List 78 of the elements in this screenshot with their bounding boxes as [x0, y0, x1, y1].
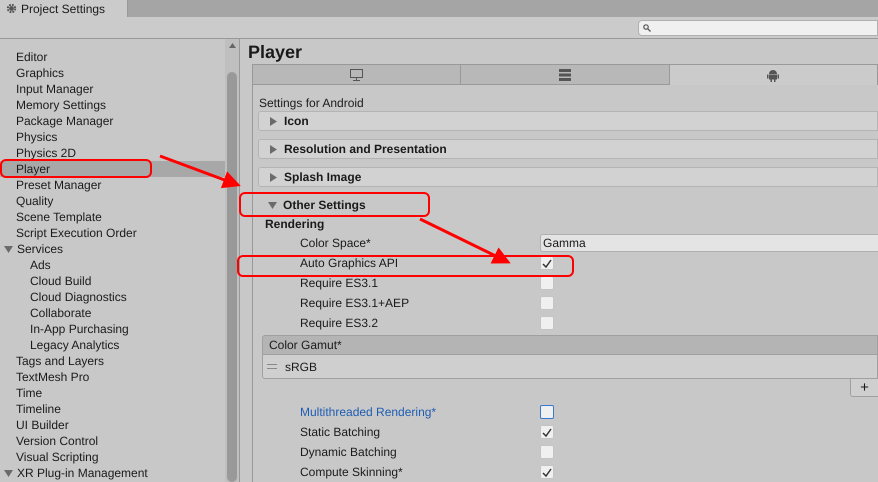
- scrollbar[interactable]: [225, 39, 239, 482]
- sidebar-item[interactable]: Visual Scripting: [0, 449, 225, 465]
- sidebar-item[interactable]: Memory Settings: [0, 97, 225, 113]
- sidebar-item[interactable]: Package Manager: [0, 113, 225, 129]
- list-item[interactable]: sRGB: [262, 355, 878, 379]
- setting-label: Require ES3.2: [300, 315, 378, 332]
- sidebar-item[interactable]: In-App Purchasing: [0, 321, 225, 337]
- sidebar-item[interactable]: Time: [0, 385, 225, 401]
- checkmark-icon: [542, 468, 552, 476]
- setting-label: Compute Skinning*: [300, 464, 403, 481]
- scrollbar-thumb[interactable]: [227, 72, 237, 482]
- checkbox[interactable]: [540, 465, 554, 479]
- gear-icon: [6, 3, 17, 14]
- collapsed-triangle-icon[interactable]: [269, 116, 278, 126]
- expanded-triangle-icon[interactable]: [268, 200, 277, 210]
- sidebar-item[interactable]: Legacy Analytics: [0, 337, 225, 353]
- sidebar-item[interactable]: UI Builder: [0, 417, 225, 433]
- add-button[interactable]: +: [850, 379, 878, 397]
- setting-label: Static Batching: [300, 424, 380, 441]
- server-icon: [558, 68, 571, 80]
- foldout-header[interactable]: Splash Image: [258, 167, 878, 187]
- sidebar-item[interactable]: Preset Manager: [0, 177, 225, 193]
- sidebar-item[interactable]: Collaborate: [0, 305, 225, 321]
- collapsed-triangle-icon[interactable]: [269, 172, 278, 182]
- foldout-header[interactable]: Resolution and Presentation: [258, 139, 878, 159]
- sidebar-item[interactable]: Ads: [0, 257, 225, 273]
- sidebar-item[interactable]: Services: [0, 241, 225, 257]
- sidebar-item[interactable]: Cloud Diagnostics: [0, 289, 225, 305]
- checkbox[interactable]: [540, 276, 554, 290]
- monitor-icon: [350, 68, 364, 80]
- sidebar-item[interactable]: Physics 2D: [0, 145, 225, 161]
- sidebar-item[interactable]: Timeline: [0, 401, 225, 417]
- search-icon: [643, 24, 651, 32]
- sidebar-item[interactable]: Input Manager: [0, 81, 225, 97]
- platform-tab[interactable]: [670, 65, 878, 85]
- sidebar-item[interactable]: XR Plug-in Management: [0, 465, 225, 481]
- group-heading: Rendering: [264, 216, 326, 233]
- platform-tab[interactable]: [461, 65, 670, 85]
- foldout-header[interactable]: Other Settings: [258, 195, 878, 215]
- window-tab[interactable]: Project Settings: [0, 0, 128, 17]
- sidebar-item[interactable]: Version Control: [0, 433, 225, 449]
- checkbox[interactable]: [540, 316, 554, 330]
- setting-label: Color Space*: [300, 235, 371, 252]
- dropdown-field[interactable]: Gamma: [540, 234, 878, 252]
- sidebar-item[interactable]: Scene Template: [0, 209, 225, 225]
- list-header: Color Gamut*: [262, 335, 878, 355]
- collapsed-triangle-icon[interactable]: [269, 144, 278, 154]
- sidebar-item[interactable]: Player: [0, 161, 225, 177]
- sidebar-item[interactable]: Graphics: [0, 65, 225, 81]
- window-title: Project Settings: [21, 0, 106, 18]
- sidebar-item[interactable]: Tags and Layers: [0, 353, 225, 369]
- setting-label: Require ES3.1+AEP: [300, 295, 410, 312]
- checkbox[interactable]: [540, 445, 554, 459]
- expanded-triangle-icon[interactable]: [4, 468, 13, 478]
- sidebar-item[interactable]: Editor: [0, 49, 225, 65]
- sidebar-item[interactable]: Script Execution Order: [0, 225, 225, 241]
- drag-handle-icon[interactable]: [267, 364, 277, 369]
- sidebar-item[interactable]: Quality: [0, 193, 225, 209]
- android-icon: [767, 68, 780, 82]
- scroll-up-icon[interactable]: [228, 43, 236, 48]
- sidebar-item[interactable]: Physics: [0, 129, 225, 145]
- setting-label: Require ES3.1: [300, 275, 378, 292]
- setting-label: Auto Graphics API: [300, 255, 398, 272]
- checkbox[interactable]: [540, 256, 554, 270]
- sidebar-item[interactable]: TextMesh Pro: [0, 369, 225, 385]
- search-field[interactable]: [638, 20, 878, 36]
- setting-label: Multithreaded Rendering*: [300, 404, 436, 421]
- checkbox[interactable]: [540, 405, 554, 419]
- sidebar-item[interactable]: Cloud Build: [0, 273, 225, 289]
- checkbox[interactable]: [540, 296, 554, 310]
- checkmark-icon: [542, 428, 552, 436]
- checkbox[interactable]: [540, 425, 554, 439]
- page-title: Player: [248, 41, 304, 64]
- foldout-header[interactable]: Icon: [258, 111, 878, 131]
- settings-caption: Settings for Android: [258, 95, 365, 111]
- setting-label: Dynamic Batching: [300, 444, 397, 461]
- checkmark-icon: [542, 258, 552, 268]
- expanded-triangle-icon[interactable]: [4, 244, 13, 254]
